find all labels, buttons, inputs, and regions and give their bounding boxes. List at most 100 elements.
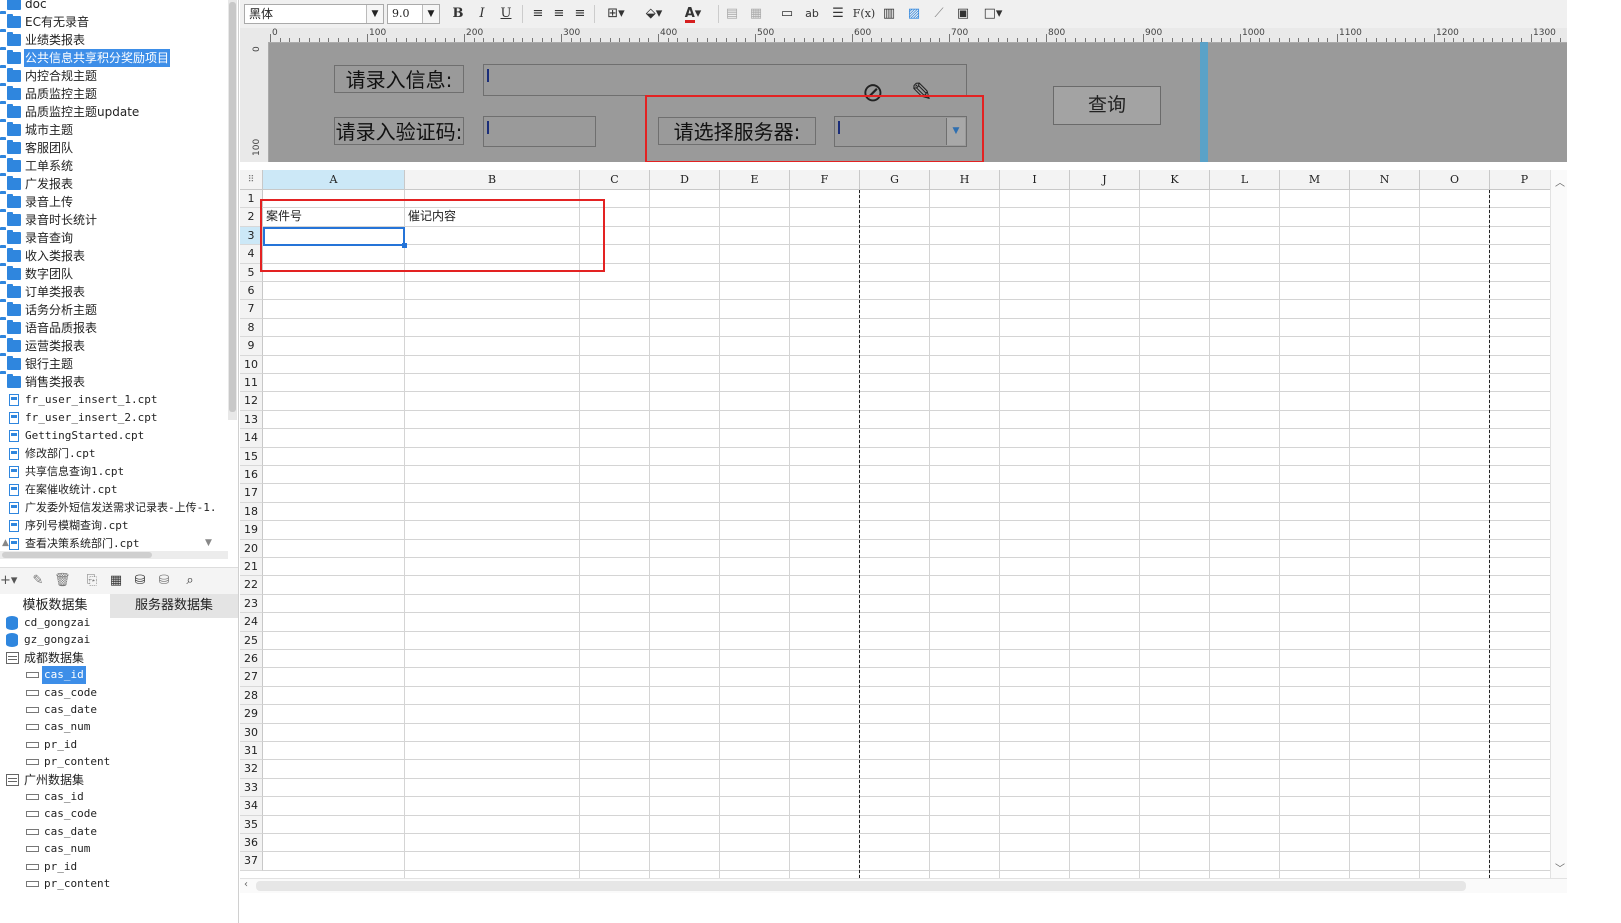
row-header[interactable]: 19 xyxy=(240,521,263,540)
row-header[interactable]: 22 xyxy=(240,576,263,595)
italic-button[interactable]: I xyxy=(474,5,490,23)
row-header[interactable]: 31 xyxy=(240,742,263,761)
split-cells-icon[interactable]: ▦ xyxy=(748,5,764,23)
column-header[interactable]: I xyxy=(1000,170,1070,190)
tree-horizontal-scrollbar[interactable] xyxy=(0,551,228,559)
select-all-corner[interactable]: ⠿ xyxy=(240,170,263,190)
underline-button[interactable]: U xyxy=(498,5,514,23)
row-header[interactable]: 24 xyxy=(240,613,263,632)
row-header[interactable]: 36 xyxy=(240,834,263,853)
database-icon[interactable]: ⛁ xyxy=(132,573,148,589)
collapse-down-icon[interactable]: ▼ xyxy=(205,538,212,548)
row-header[interactable]: 33 xyxy=(240,778,263,798)
column-header[interactable]: H xyxy=(930,170,1000,190)
collapse-up-icon[interactable]: ▲ xyxy=(2,538,9,548)
info-input[interactable] xyxy=(483,64,967,96)
scrollbar-thumb[interactable] xyxy=(256,881,1466,891)
column-header[interactable]: L xyxy=(1210,170,1280,190)
bold-button[interactable]: B xyxy=(450,5,466,23)
database-settings-icon[interactable]: ⛁ xyxy=(156,573,172,589)
row-header[interactable]: 23 xyxy=(240,594,263,614)
code-input[interactable] xyxy=(483,116,596,147)
paragraph-icon[interactable]: ☰ xyxy=(829,5,847,23)
row-header[interactable]: 7 xyxy=(240,300,263,319)
merge-cells-icon[interactable]: ▤ xyxy=(724,5,740,23)
row-header[interactable]: 30 xyxy=(240,723,263,742)
edit-icon[interactable]: ✎ xyxy=(30,573,46,589)
row-header[interactable]: 11 xyxy=(240,374,263,393)
text-field-icon[interactable]: ab xyxy=(803,5,821,23)
insert-row-icon[interactable]: ▭ xyxy=(778,5,796,23)
column-header[interactable]: A xyxy=(263,170,405,190)
add-dataset-icon[interactable]: +▾ xyxy=(0,573,17,589)
scroll-left-icon[interactable]: ‹ xyxy=(244,879,248,890)
query-button[interactable]: 查询 xyxy=(1053,86,1161,125)
column-header[interactable]: E xyxy=(720,170,790,190)
chevron-down-icon[interactable]: ▼ xyxy=(422,5,439,23)
row-header[interactable]: 6 xyxy=(240,282,263,301)
row-header[interactable]: 10 xyxy=(240,355,263,374)
column-header[interactable]: C xyxy=(580,170,650,190)
column-header[interactable]: O xyxy=(1420,170,1490,190)
grid-horizontal-scrollbar[interactable]: ‹ xyxy=(240,878,1567,893)
ruler-tick xyxy=(861,38,863,42)
subreport-icon[interactable]: ▣ xyxy=(954,5,972,23)
row-header[interactable]: 32 xyxy=(240,760,263,779)
row-header[interactable]: 8 xyxy=(240,318,263,338)
row-header[interactable]: 29 xyxy=(240,705,263,724)
grid-vertical-scrollbar[interactable]: ︿ ﹀ xyxy=(1550,170,1568,878)
fill-color-icon[interactable]: ⬙▾ xyxy=(640,5,668,23)
row-header[interactable]: 18 xyxy=(240,502,263,522)
panel-splitter[interactable]: ▲ ▼ xyxy=(0,538,228,550)
chart-icon[interactable]: ▥ xyxy=(880,5,898,23)
column-header[interactable]: B xyxy=(405,170,580,190)
row-header[interactable]: 35 xyxy=(240,815,263,834)
column-header[interactable]: K xyxy=(1140,170,1210,190)
scrollbar-thumb[interactable] xyxy=(2,552,152,558)
row-header[interactable]: 34 xyxy=(240,797,263,816)
search-icon[interactable]: ⌕ xyxy=(182,573,198,589)
preview-icon[interactable]: ⎘ xyxy=(84,573,100,589)
scroll-up-icon[interactable]: ︿ xyxy=(1555,174,1565,189)
align-left-icon[interactable]: ≡ xyxy=(530,5,546,23)
tab-server-dataset[interactable]: 服务器数据集 xyxy=(110,594,238,618)
row-header[interactable]: 13 xyxy=(240,410,263,430)
column-header[interactable]: F xyxy=(790,170,860,190)
chevron-down-icon[interactable]: ▼ xyxy=(366,5,383,23)
formula-icon[interactable]: F(x) xyxy=(852,5,876,23)
column-header[interactable]: D xyxy=(650,170,720,190)
font-size-select[interactable]: 9.0 ▼ xyxy=(387,4,440,24)
text-color-icon[interactable]: A▾ xyxy=(678,5,708,23)
delete-icon[interactable]: 🗑 xyxy=(54,573,71,589)
row-header[interactable]: 26 xyxy=(240,650,263,669)
column-header[interactable]: M xyxy=(1280,170,1350,190)
panel-resize-handle[interactable] xyxy=(1200,42,1208,162)
align-right-icon[interactable]: ≡ xyxy=(572,5,588,23)
row-header[interactable]: 17 xyxy=(240,484,263,503)
row-header[interactable]: 16 xyxy=(240,466,263,485)
column-header[interactable]: G xyxy=(860,170,930,190)
row-header[interactable]: 14 xyxy=(240,429,263,448)
image-icon[interactable]: ▨ xyxy=(905,5,923,23)
row-header[interactable]: 27 xyxy=(240,668,263,687)
border-icon[interactable]: ⊞▾ xyxy=(602,5,630,23)
column-header[interactable]: J xyxy=(1070,170,1140,190)
row-header[interactable]: 21 xyxy=(240,558,263,577)
column-header[interactable]: P xyxy=(1490,170,1550,190)
tree-vertical-scrollbar[interactable] xyxy=(228,0,237,420)
row-header[interactable]: 20 xyxy=(240,539,263,558)
font-name-select[interactable]: 黑体 ▼ xyxy=(244,4,384,24)
scroll-down-icon[interactable]: ﹀ xyxy=(1555,860,1565,875)
dataset-config-icon[interactable]: ▦ xyxy=(108,573,124,589)
row-header[interactable]: 15 xyxy=(240,447,263,466)
cell-border-icon[interactable]: □▾ xyxy=(980,5,1006,23)
row-header[interactable]: 28 xyxy=(240,686,263,706)
align-center-icon[interactable]: ≡ xyxy=(551,5,567,23)
row-header[interactable]: 9 xyxy=(240,337,263,356)
row-header[interactable]: 37 xyxy=(240,852,263,871)
row-header[interactable]: 12 xyxy=(240,392,263,411)
column-header[interactable]: N xyxy=(1350,170,1420,190)
row-header[interactable]: 25 xyxy=(240,631,263,650)
scrollbar-thumb[interactable] xyxy=(229,2,236,412)
slash-icon[interactable]: ⟋ xyxy=(930,5,948,23)
